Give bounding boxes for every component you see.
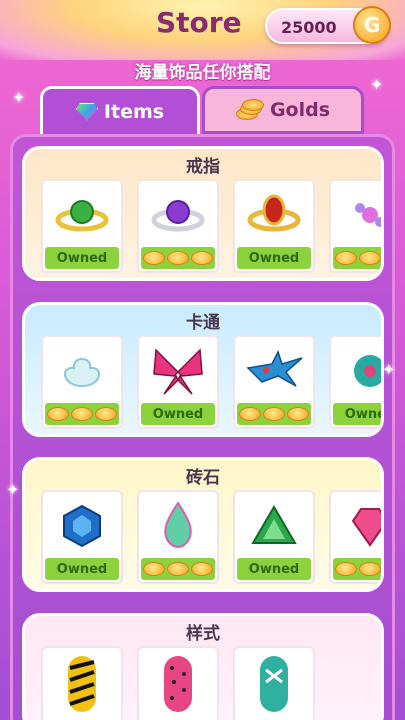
blue-bird-icon: [235, 337, 313, 405]
tab-items-label: Items: [103, 100, 165, 123]
blue-gem-icon: [43, 492, 121, 560]
section-title: 样式: [186, 624, 220, 644]
item-card[interactable]: [137, 179, 219, 273]
sparkle-icon: ✦: [12, 88, 26, 107]
pink-butterfly-icon: [139, 337, 217, 405]
red-ring-icon: [235, 181, 313, 249]
gold-coin-icon: G: [353, 6, 391, 44]
tab-golds-label: Golds: [269, 99, 331, 121]
item-card[interactable]: [329, 179, 381, 273]
section-styles: 样式: [22, 613, 384, 720]
owned-label: Owned: [237, 558, 311, 580]
section-title: 卡通: [186, 313, 220, 333]
tab-golds[interactable]: Golds: [202, 86, 364, 134]
section-rings: 戒指 Owned Owned: [22, 146, 384, 281]
section-title: 戒指: [186, 157, 220, 177]
item-card[interactable]: [41, 335, 123, 429]
zebra-nail-icon: [43, 648, 121, 716]
pink-gem-icon: [331, 492, 381, 560]
cross-nail-icon: [235, 648, 313, 716]
item-card[interactable]: [233, 335, 315, 429]
coin-balance[interactable]: 25000 G: [265, 6, 391, 44]
section-title: 砖石: [186, 468, 220, 488]
sparkle-icon: ✦: [6, 480, 20, 499]
pink-ring-icon: [331, 181, 381, 249]
owned-label: Owned: [141, 403, 215, 425]
owned-label: Owned: [333, 403, 381, 425]
store-title: Store: [156, 6, 242, 39]
coins-icon: [235, 99, 264, 121]
flower-outline-icon: [43, 337, 121, 405]
polka-nail-icon: [139, 648, 217, 716]
owned-label: Owned: [45, 247, 119, 269]
owned-label: Owned: [237, 247, 311, 269]
price-coins: [141, 247, 215, 269]
section-cartoon: 卡通 Owned Owned: [22, 302, 384, 437]
item-card[interactable]: Owned: [233, 490, 315, 584]
item-card[interactable]: Owned: [137, 335, 219, 429]
section-gems: 砖石 Owned Owned: [22, 457, 384, 592]
item-card[interactable]: Owned: [233, 179, 315, 273]
price-coins: [333, 558, 381, 580]
store-subtitle: 海量饰品任你搭配: [134, 63, 271, 83]
price-coins: [237, 403, 311, 425]
item-card[interactable]: Owned: [41, 179, 123, 273]
item-card[interactable]: [329, 490, 381, 584]
price-coins: [141, 558, 215, 580]
gem-icon: [75, 102, 98, 121]
item-card[interactable]: [233, 646, 315, 720]
teardrop-gem-icon: [139, 492, 217, 560]
item-card[interactable]: [137, 646, 219, 720]
teal-flower-icon: [331, 337, 381, 405]
coin-balance-value: 25000: [281, 18, 337, 37]
green-ring-icon: [43, 181, 121, 249]
owned-label: Owned: [45, 558, 119, 580]
price-coins: [45, 403, 119, 425]
green-triangle-gem-icon: [235, 492, 313, 560]
purple-ring-icon: [139, 181, 217, 249]
item-card[interactable]: [137, 490, 219, 584]
sparkle-icon: ✦: [370, 75, 384, 94]
tab-items[interactable]: Items: [40, 86, 200, 134]
item-card[interactable]: Owned: [329, 335, 381, 429]
sparkle-icon: ✦: [382, 360, 396, 379]
item-card[interactable]: [41, 646, 123, 720]
price-coins: [333, 247, 381, 269]
item-card[interactable]: Owned: [41, 490, 123, 584]
